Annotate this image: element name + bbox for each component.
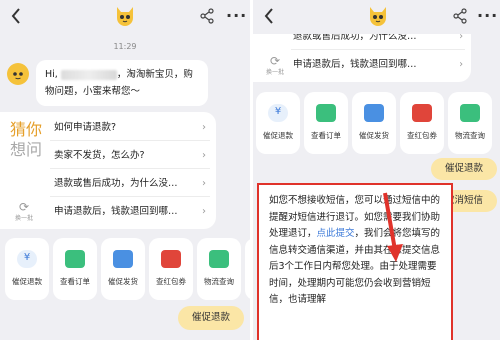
shortcut-view-order[interactable]: 查看订单 bbox=[304, 92, 348, 154]
red-packet-icon bbox=[412, 104, 432, 122]
bot-avatar bbox=[7, 63, 29, 85]
mascot-logo-icon bbox=[117, 7, 133, 26]
refresh-button[interactable]: ⟳ 换一批 bbox=[261, 54, 289, 78]
shortcut-label: 催促发货 bbox=[359, 131, 389, 140]
order-icon bbox=[65, 250, 85, 268]
shipping-icon bbox=[113, 250, 133, 268]
faq-question[interactable]: 申请退款后，钱款退回到哪… › bbox=[50, 198, 210, 225]
shipping-icon bbox=[364, 104, 384, 122]
shortcut-label: 查看订单 bbox=[311, 131, 341, 140]
shortcut-label: 催促退款 bbox=[263, 131, 293, 140]
blurred-username bbox=[60, 69, 117, 80]
shortcut-logistics[interactable]: 物流查询 bbox=[448, 92, 492, 154]
chevron-right-icon: › bbox=[202, 122, 206, 133]
notice-text-2: ，我们会将您填写的信息转交通信渠道，并由其在您提交信息后3个工作日内帮您处理。由… bbox=[269, 228, 441, 305]
mascot-logo-icon bbox=[370, 7, 386, 26]
red-packet-icon bbox=[161, 250, 181, 268]
refresh-icon: ⟳ bbox=[18, 200, 30, 214]
sms-unsubscribe-message: 如您不想接收短信，您可以通过短信中的提醒对短信进行退订。如您需要我们协助处理退订… bbox=[257, 183, 453, 340]
shortcut-label: 物流查询 bbox=[204, 277, 234, 286]
guess-line-2: 想问 bbox=[10, 140, 43, 159]
right-chat-screen: ··· ⟳ 换一批 退款或售后成功，为什么没… › 申请退款后，钱款退回到哪… › … bbox=[253, 0, 500, 340]
faq-question-text: 如何申请退款? bbox=[54, 122, 117, 133]
urge-refund-pill[interactable]: 催促退款 bbox=[178, 306, 244, 330]
faq-question-text: 卖家不发货，怎么办? bbox=[54, 150, 145, 161]
chevron-right-icon: › bbox=[202, 178, 206, 189]
more-menu-icon[interactable]: ··· bbox=[477, 8, 498, 24]
refresh-label: 换一批 bbox=[14, 215, 33, 222]
shortcut-urge-ship[interactable]: 催促发货 bbox=[352, 92, 396, 154]
shortcut-urge-refund[interactable]: ¥ 催促退款 bbox=[256, 92, 300, 154]
greeting-bubble: Hi, ，淘淘新宝贝，购物问题，小蜜来帮您～ bbox=[36, 60, 208, 106]
more-menu-icon[interactable]: ··· bbox=[226, 8, 247, 24]
share-icon[interactable] bbox=[199, 8, 215, 24]
shortcut-grid: ¥ 催促退款 查看订单 催促发货 查红包券 物流查询 邮 bbox=[0, 238, 250, 300]
top-bar: ··· bbox=[253, 0, 500, 34]
shortcut-label: 查红包券 bbox=[407, 131, 437, 140]
back-arrow-icon[interactable] bbox=[263, 7, 275, 25]
shortcut-red-packet[interactable]: 查红包券 bbox=[149, 238, 193, 300]
faq-question-text: 申请退款后，钱款退回到哪… bbox=[293, 59, 417, 70]
message-time: 11:29 bbox=[113, 42, 137, 51]
back-arrow-icon[interactable] bbox=[10, 7, 22, 25]
shortcut-grid: ¥ 催促退款 查看订单 催促发货 查红包券 物流查询 bbox=[253, 92, 492, 154]
shortcut-red-packet[interactable]: 查红包券 bbox=[400, 92, 444, 154]
refresh-button[interactable]: ⟳ 换一批 bbox=[10, 200, 38, 224]
chevron-right-icon: › bbox=[459, 59, 463, 70]
faq-card: 猜你 想问 ⟳ 换一批 如何申请退款? › 卖家不发货，怎么办? › 退款或售后成功… bbox=[0, 112, 216, 229]
guess-heading: 猜你 想问 bbox=[10, 120, 46, 160]
left-chat-screen: ··· 11:29 Hi, ，淘淘新宝贝，购物问题，小蜜来帮您～ 猜你 想问 ⟳… bbox=[0, 0, 250, 340]
greeting-prefix: Hi, bbox=[45, 69, 58, 80]
refresh-icon: ⟳ bbox=[269, 54, 281, 68]
refund-icon: ¥ bbox=[17, 250, 37, 268]
guess-line-1: 猜你 bbox=[10, 120, 43, 139]
faq-question-text: 申请退款后，钱款退回到哪… bbox=[54, 206, 178, 217]
submit-link[interactable]: 点此提交 bbox=[317, 228, 355, 239]
refresh-label: 换一批 bbox=[265, 69, 284, 76]
shortcut-logistics[interactable]: 物流查询 bbox=[197, 238, 241, 300]
share-icon[interactable] bbox=[452, 8, 468, 24]
chevron-right-icon: › bbox=[202, 150, 206, 161]
order-icon bbox=[316, 104, 336, 122]
shortcut-label: 查看订单 bbox=[60, 277, 90, 286]
shortcut-label: 催促退款 bbox=[12, 277, 42, 286]
shortcut-label: 查红包券 bbox=[156, 277, 186, 286]
faq-question[interactable]: 如何申请退款? › bbox=[50, 114, 210, 141]
urge-refund-pill[interactable]: 催促退款 bbox=[431, 158, 497, 180]
faq-question-text: 退款或售后成功，为什么没… bbox=[54, 178, 178, 189]
shortcut-label: 催促发货 bbox=[108, 277, 138, 286]
chevron-right-icon: › bbox=[202, 206, 206, 217]
top-bar: ··· bbox=[0, 0, 250, 34]
refund-icon: ¥ bbox=[268, 104, 288, 122]
shortcut-urge-ship[interactable]: 催促发货 bbox=[101, 238, 145, 300]
faq-question[interactable]: 退款或售后成功，为什么没… › bbox=[50, 170, 210, 197]
faq-question[interactable]: 卖家不发货，怎么办? › bbox=[50, 142, 210, 169]
truck-icon bbox=[460, 104, 480, 122]
truck-icon bbox=[209, 250, 229, 268]
shortcut-view-order[interactable]: 查看订单 bbox=[53, 238, 97, 300]
faq-question[interactable]: 申请退款后，钱款退回到哪… › bbox=[291, 52, 465, 78]
shortcut-urge-refund[interactable]: ¥ 催促退款 bbox=[5, 238, 49, 300]
shortcut-label: 物流查询 bbox=[455, 131, 485, 140]
